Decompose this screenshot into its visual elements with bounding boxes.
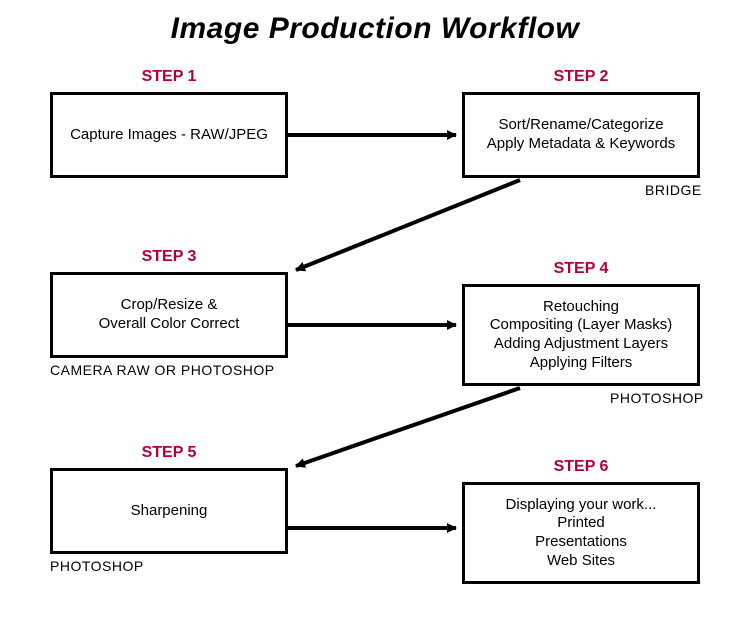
step4-line4: Applying Filters <box>530 354 633 373</box>
step2-label: STEP 2 <box>462 68 700 86</box>
arrow-2-3 <box>296 180 520 270</box>
step5-label: STEP 5 <box>50 444 288 462</box>
step5-tool: PHOTOSHOP <box>50 558 144 574</box>
step2-tool: BRIDGE <box>645 182 702 198</box>
step2-line1: Sort/Rename/Categorize <box>498 116 663 135</box>
step4-tool: PHOTOSHOP <box>610 390 704 406</box>
step6-line2: Printed <box>557 514 605 533</box>
step4-line2: Compositing (Layer Masks) <box>490 316 673 335</box>
step6-line1: Displaying your work... <box>506 496 657 515</box>
diagram-title: Image Production Workflow <box>0 12 750 46</box>
step3-label: STEP 3 <box>50 248 288 266</box>
step3-line2: Overall Color Correct <box>99 315 240 334</box>
step4-line3: Adding Adjustment Layers <box>494 335 668 354</box>
step6-label: STEP 6 <box>462 458 700 476</box>
step1-box: Capture Images - RAW/JPEG <box>50 92 288 178</box>
step4-line1: Retouching <box>543 298 619 317</box>
step6-line4: Web Sites <box>547 552 615 571</box>
step3-line1: Crop/Resize & <box>121 296 218 315</box>
step2-box: Sort/Rename/Categorize Apply Metadata & … <box>462 92 700 178</box>
arrow-4-5 <box>296 388 520 466</box>
step4-label: STEP 4 <box>462 260 700 278</box>
step2-line2: Apply Metadata & Keywords <box>487 135 675 154</box>
step3-tool: CAMERA RAW OR PHOTOSHOP <box>50 362 275 378</box>
step6-line3: Presentations <box>535 533 627 552</box>
step3-box: Crop/Resize & Overall Color Correct <box>50 272 288 358</box>
step4-box: Retouching Compositing (Layer Masks) Add… <box>462 284 700 386</box>
step6-box: Displaying your work... Printed Presenta… <box>462 482 700 584</box>
step1-line1: Capture Images - RAW/JPEG <box>70 126 268 145</box>
step1-label: STEP 1 <box>50 68 288 86</box>
step5-line1: Sharpening <box>131 502 208 521</box>
step5-box: Sharpening <box>50 468 288 554</box>
workflow-diagram: Image Production Workflow STEP 1 Capture… <box>0 0 750 638</box>
